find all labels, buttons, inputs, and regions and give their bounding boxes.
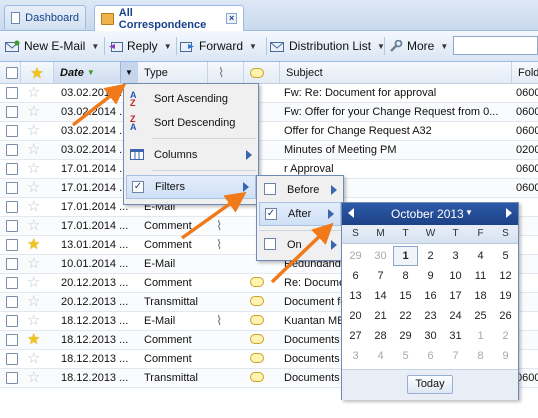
annotation-arrow: [71, 83, 127, 127]
annotation-arrow: [270, 222, 334, 284]
annotation-arrow: [180, 191, 247, 240]
annotation-arrows: [71, 83, 334, 284]
